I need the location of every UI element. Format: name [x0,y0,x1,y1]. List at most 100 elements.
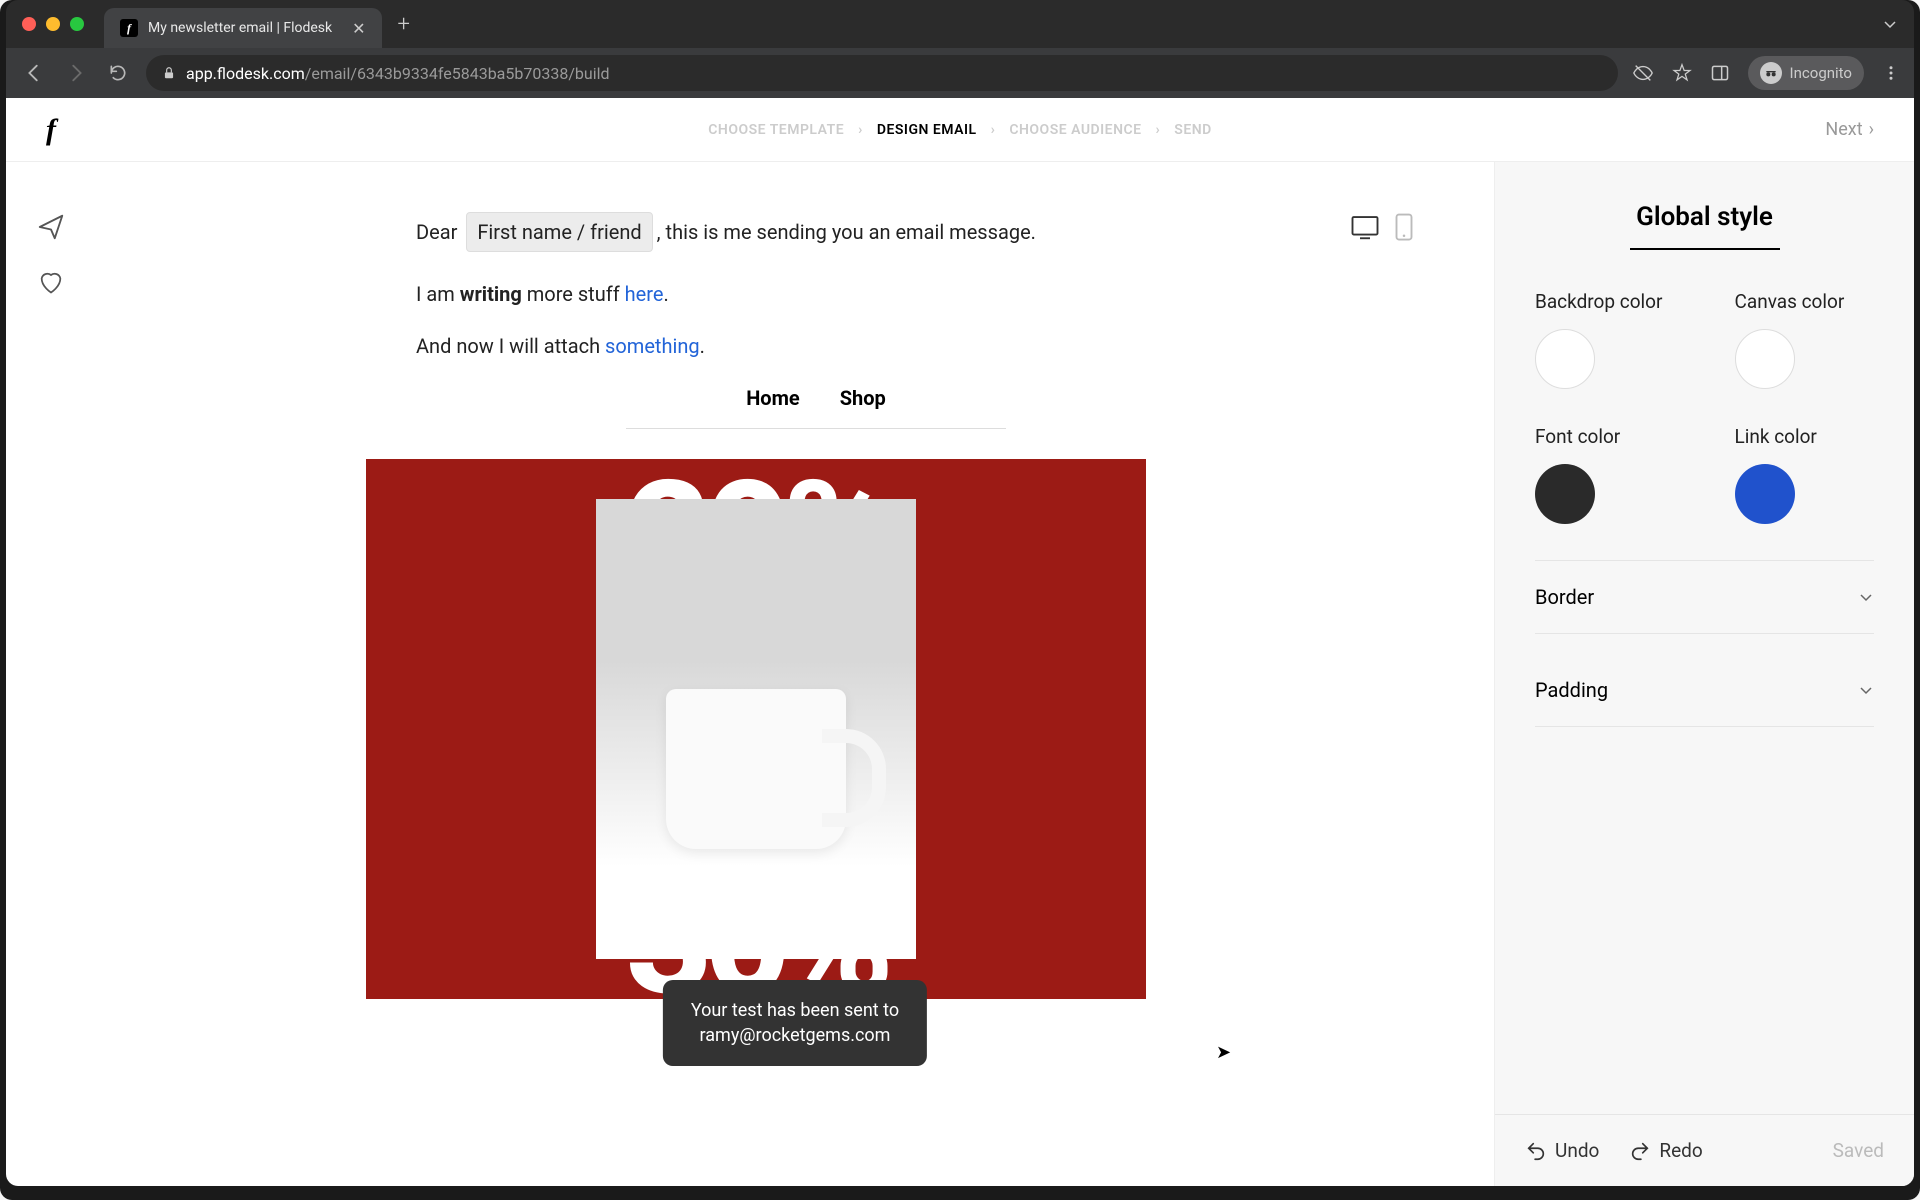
link-color-label: Link color [1735,425,1875,448]
link-something[interactable]: something [605,334,700,358]
next-button[interactable]: Next › [1825,119,1874,140]
chevron-down-icon [1858,589,1874,605]
browser-chrome: f My newsletter email | Flodesk ✕ + app.… [6,0,1914,98]
canvas-color-label: Canvas color [1735,290,1875,313]
heart-icon[interactable] [37,268,65,296]
greeting-prefix: Dear [416,220,457,244]
breadcrumb-send[interactable]: SEND [1174,122,1211,138]
saved-status: Saved [1833,1139,1884,1162]
chevron-down-icon[interactable] [1882,16,1898,32]
address-bar: app.flodesk.com/email/6343b9334fe5843ba5… [6,48,1914,98]
font-color-swatch[interactable] [1535,464,1595,524]
divider [626,428,1006,429]
new-tab-button[interactable]: + [398,12,410,37]
font-color-label: Font color [1535,425,1675,448]
body-paragraph[interactable]: And now I will attach something. [416,334,1216,358]
next-label: Next [1825,119,1862,140]
left-rail [6,162,96,1186]
app: f CHOOSE TEMPLATE › DESIGN EMAIL › CHOOS… [6,98,1914,1186]
nav-home[interactable]: Home [746,386,800,410]
window-close-button[interactable] [22,17,36,31]
lock-icon [162,66,176,80]
bold-text: writing [460,282,522,306]
promo-block[interactable]: 20% 30% 30% 30% [366,459,1146,999]
app-header: f CHOOSE TEMPLATE › DESIGN EMAIL › CHOOS… [6,98,1914,162]
breadcrumb-design-email[interactable]: DESIGN EMAIL [877,122,977,138]
email-nav: Home Shop [416,386,1216,410]
traffic-lights [22,17,84,31]
redo-label: Redo [1659,1139,1702,1162]
undo-button[interactable]: Undo [1525,1139,1599,1162]
eye-off-icon[interactable] [1632,62,1654,84]
border-accordion[interactable]: Border [1535,560,1874,634]
url-input[interactable]: app.flodesk.com/email/6343b9334fe5843ba5… [146,55,1618,91]
email-content[interactable]: Dear First name / friend, this is me sen… [416,212,1216,1053]
url-host: app.flodesk.com [186,64,305,83]
text: more stuff [522,282,625,306]
redo-button[interactable]: Redo [1629,1139,1702,1162]
breadcrumb-choose-audience[interactable]: CHOOSE AUDIENCE [1009,122,1141,138]
star-icon[interactable] [1672,63,1692,83]
canvas-area: Dear First name / friend, this is me sen… [96,162,1494,1186]
desktop-view-icon[interactable] [1350,212,1380,242]
send-test-icon[interactable] [36,212,66,242]
canvas-color-swatch[interactable] [1735,329,1795,389]
text: . [663,282,668,306]
body-paragraph[interactable]: I am writing more stuff here. [416,282,1216,306]
canvas-color-control: Canvas color [1735,290,1875,389]
browser-tab[interactable]: f My newsletter email | Flodesk ✕ [104,8,382,48]
product-image [596,499,916,959]
breadcrumb: CHOOSE TEMPLATE › DESIGN EMAIL › CHOOSE … [708,122,1212,138]
close-tab-icon[interactable]: ✕ [352,19,365,38]
chevron-down-icon [1858,682,1874,698]
toast-line-2: ramy@rocketgems.com [691,1023,899,1048]
greeting-paragraph[interactable]: Dear First name / friend, this is me sen… [416,212,1216,252]
panel-icon[interactable] [1710,63,1730,83]
mobile-view-icon[interactable] [1394,212,1414,242]
chevron-right-icon: › [858,122,863,138]
font-color-control: Font color [1535,425,1675,524]
nav-shop[interactable]: Shop [840,386,886,410]
titlebar: f My newsletter email | Flodesk ✕ + [6,0,1914,48]
merge-tag[interactable]: First name / friend [466,212,652,252]
toast-line-1: Your test has been sent to [691,998,899,1023]
incognito-icon [1760,62,1782,84]
sidebar-title: Global style [1535,202,1874,250]
text: . [700,334,705,358]
undo-label: Undo [1555,1139,1599,1162]
text: I am [416,282,460,306]
tab-title: My newsletter email | Flodesk [148,20,332,36]
chevron-right-icon: › [991,122,996,138]
mug-icon [666,689,846,849]
logo[interactable]: f [46,113,56,147]
backdrop-color-label: Backdrop color [1535,290,1675,313]
incognito-badge[interactable]: Incognito [1748,56,1864,90]
incognito-label: Incognito [1790,64,1852,82]
padding-accordion[interactable]: Padding [1535,654,1874,727]
toast-notification: Your test has been sent to ramy@rocketge… [663,980,927,1066]
view-toggle [1350,212,1414,242]
back-button[interactable] [20,59,48,87]
breadcrumb-choose-template[interactable]: CHOOSE TEMPLATE [708,122,844,138]
chevron-right-icon: › [1869,119,1874,140]
url-path: /email/6343b9334fe5843ba5b70338/build [305,64,610,83]
link-here[interactable]: here [625,282,664,306]
chevron-right-icon: › [1156,122,1161,138]
sidebar: Global style Backdrop color Canvas color [1494,162,1914,1186]
backdrop-color-swatch[interactable] [1535,329,1595,389]
cursor-icon: ➤ [1216,1042,1231,1063]
text: And now I will attach [416,334,605,358]
sidebar-footer: Undo Redo Saved [1495,1114,1914,1186]
padding-label: Padding [1535,678,1608,702]
border-label: Border [1535,585,1594,609]
reload-button[interactable] [104,59,132,87]
window-minimize-button[interactable] [46,17,60,31]
link-color-swatch[interactable] [1735,464,1795,524]
forward-button[interactable] [62,59,90,87]
tab-favicon: f [120,19,138,37]
menu-icon[interactable] [1882,64,1900,82]
link-color-control: Link color [1735,425,1875,524]
backdrop-color-control: Backdrop color [1535,290,1675,389]
greeting-suffix: , this is me sending you an email messag… [657,220,1036,244]
window-maximize-button[interactable] [70,17,84,31]
